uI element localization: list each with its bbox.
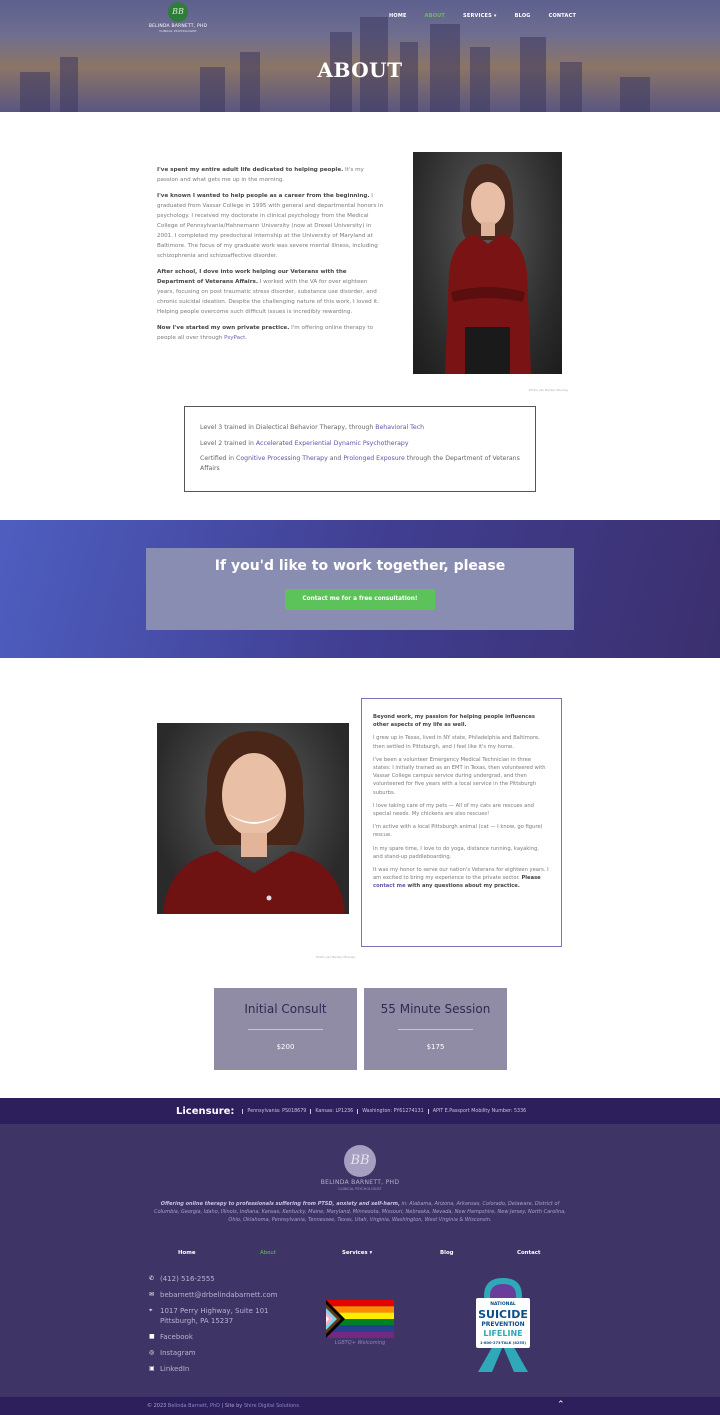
page-title: ABOUT xyxy=(317,58,403,82)
cta-box: If you'd like to work together, please C… xyxy=(146,548,574,630)
psypact-link[interactable]: PsyPact xyxy=(224,335,245,341)
price-name: 55 Minute Session xyxy=(380,1002,491,1016)
training-item-dbt: Level 3 trained in Dialectical Behavior … xyxy=(200,424,425,431)
footer-subtitle: CLINICAL PSYCHOLOGIST xyxy=(338,1187,382,1191)
logo-subtitle: CLINICAL PSYCHOLOGIST xyxy=(159,29,197,33)
copyright-bar: © 2023 Belinda Barnett, PhD | Site by Sh… xyxy=(0,1397,720,1415)
footer-nav-contact[interactable]: Contact xyxy=(517,1250,540,1256)
svg-text:SUICIDE: SUICIDE xyxy=(478,1308,528,1321)
bio-paragraph-5: In my spare time, I love to do yoga, dis… xyxy=(373,845,539,860)
aedp-link[interactable]: Accelerated Experiential Dynamic Psychot… xyxy=(256,440,409,447)
contact-me-link[interactable]: contact me xyxy=(373,883,406,889)
license-washington: Washington: PY61274131 xyxy=(357,1108,427,1114)
nav-blog[interactable]: BLOG xyxy=(506,13,540,19)
intro-paragraph-3: After school, I dove into work helping o… xyxy=(157,269,379,315)
footer-facebook[interactable]: ■ Facebook xyxy=(149,1332,278,1342)
footer-nav-services[interactable]: Services ▾ xyxy=(342,1250,372,1256)
bio-box: Beyond work, my passion for helping peop… xyxy=(361,698,562,947)
lgbtq-welcoming-label: LGBTQ+ Welcoming xyxy=(334,1340,386,1346)
footer-address[interactable]: ⌖ 1017 Perry Highway, Suite 101 Pittsburgh… xyxy=(149,1306,278,1326)
licensure-title: Licensure: xyxy=(176,1105,235,1117)
bio-paragraph-6: It was my honor to serve our nation's Ve… xyxy=(373,867,549,890)
cta-heading: If you'd like to work together, please xyxy=(214,558,506,574)
svg-text:PREVENTION: PREVENTION xyxy=(481,1321,524,1328)
bio-paragraph-1: I grew up in Texas, lived in NY state, P… xyxy=(373,735,540,750)
nav-services[interactable]: SERVICES ▾ xyxy=(454,13,506,19)
bio-paragraph-3: I love taking care of my pets — All of m… xyxy=(373,802,534,818)
linkedin-icon: ▣ xyxy=(149,1365,155,1372)
cta-section: If you'd like to work together, please C… xyxy=(0,520,720,658)
footer: BB BELINDA BARNETT, PHD CLINICAL PSYCHOL… xyxy=(0,1124,720,1397)
top-navigation: HOME ABOUT SERVICES ▾ BLOG CONTACT xyxy=(380,13,585,19)
training-box: Level 3 trained in Dialectical Behavior … xyxy=(184,406,536,492)
map-pin-icon: ⌖ xyxy=(149,1307,153,1314)
cpt-link[interactable]: Cognitive Processing Therapy xyxy=(236,455,328,462)
intro-paragraph-4: Now I've started my own private practice… xyxy=(157,325,373,341)
price-name: Initial Consult xyxy=(244,1002,327,1016)
free-consultation-button[interactable]: Contact me for a free consultation! xyxy=(285,589,435,610)
intro-paragraph-1: I've spent my entire adult life dedicate… xyxy=(157,167,364,183)
footer-tagline: Offering online therapy to professionals… xyxy=(154,1201,566,1223)
progress-pride-flag-icon xyxy=(326,1300,394,1338)
prolonged-exposure-link[interactable]: Prolonged Exposure xyxy=(343,455,405,462)
photo-credit: Photo: Jan Becker Mooney xyxy=(529,388,569,392)
license-psypact: APIT E.Passport Mobility Number: 5336 xyxy=(427,1108,530,1114)
footer-name: BELINDA BARNETT, PHD xyxy=(320,1179,400,1186)
footer-nav-blog[interactable]: Blog xyxy=(440,1250,454,1256)
logo-mark: BB xyxy=(168,2,188,22)
behavioral-tech-link[interactable]: Behavioral Tech xyxy=(375,424,424,431)
footer-linkedin[interactable]: ▣ LinkedIn xyxy=(149,1364,278,1374)
bio-lead: Beyond work, my passion for helping peop… xyxy=(373,714,535,729)
site-credit-link[interactable]: Shire Digital Solutions xyxy=(244,1403,299,1409)
license-pennsylvania: Pennsylvania: PS018679 xyxy=(242,1108,310,1114)
training-item-cpt-pe: Certified in Cognitive Processing Therap… xyxy=(200,455,520,472)
copyright-name-link[interactable]: Belinda Barnett, PhD xyxy=(168,1403,220,1409)
portrait-photo-headshot xyxy=(157,723,349,914)
footer-logo[interactable]: BB xyxy=(344,1145,376,1177)
suicide-prevention-lifeline-logo[interactable]: NATIONAL SUICIDE PREVENTION LIFELINE 1-8… xyxy=(470,1274,536,1374)
footer-nav-about[interactable]: About xyxy=(260,1250,276,1256)
bio-paragraph-4: I'm active with a local Pittsburgh anima… xyxy=(373,824,543,839)
photo-credit-2: Photo: Jan Becker Mooney xyxy=(316,955,356,959)
facebook-icon: ■ xyxy=(149,1333,155,1340)
footer-nav-home[interactable]: Home xyxy=(178,1250,196,1256)
phone-icon: ✆ xyxy=(149,1275,155,1282)
nav-contact[interactable]: CONTACT xyxy=(540,13,585,19)
licensure-bar: Licensure: Pennsylvania: PS018679 Kansas… xyxy=(0,1098,720,1124)
nav-home[interactable]: HOME xyxy=(380,13,416,19)
price-value: $200 xyxy=(276,1043,295,1051)
training-item-aedp: Level 2 trained in Accelerated Experient… xyxy=(200,439,409,447)
svg-text:LIFELINE: LIFELINE xyxy=(483,1329,522,1338)
nav-about[interactable]: ABOUT xyxy=(416,13,454,19)
copyright-text: © 2023 Belinda Barnett, PhD | Site by Sh… xyxy=(147,1403,299,1409)
price-divider xyxy=(248,1029,323,1030)
envelope-icon: ✉ xyxy=(149,1291,155,1298)
bio-paragraph-2: I've been a volunteer Emergency Medical … xyxy=(373,756,546,796)
svg-text:1-800-273-TALK (8255): 1-800-273-TALK (8255) xyxy=(480,1341,526,1345)
price-value: $175 xyxy=(426,1043,445,1051)
license-kansas: Kansas: LP1236 xyxy=(310,1108,357,1114)
back-to-top-chevron-up-icon[interactable]: ⌃ xyxy=(557,1400,565,1410)
portrait-photo-standing xyxy=(413,152,562,374)
site-logo[interactable]: BB BELINDA BARNETT, PHD CLINICAL PSYCHOL… xyxy=(148,2,208,33)
footer-instagram[interactable]: ◎ Instagram xyxy=(149,1348,278,1358)
price-card-initial-consult: Initial Consult $200 xyxy=(214,988,357,1070)
hero-banner xyxy=(0,0,720,112)
price-card-55-minute-session: 55 Minute Session $175 xyxy=(364,988,507,1070)
instagram-icon: ◎ xyxy=(149,1349,155,1356)
svg-text:NATIONAL: NATIONAL xyxy=(490,1301,516,1307)
footer-phone[interactable]: ✆ (412) 516-2555 xyxy=(149,1274,278,1284)
price-divider xyxy=(398,1029,473,1030)
footer-contact-list: ✆ (412) 516-2555 ✉ bebarnett@drbelindabarn… xyxy=(149,1274,278,1380)
intro-text: I've spent my entire adult life dedicate… xyxy=(157,165,385,349)
intro-paragraph-2: I've known I wanted to help people as a … xyxy=(157,193,384,259)
footer-email[interactable]: ✉ bebarnett@drbelindabarnett.com xyxy=(149,1290,278,1300)
